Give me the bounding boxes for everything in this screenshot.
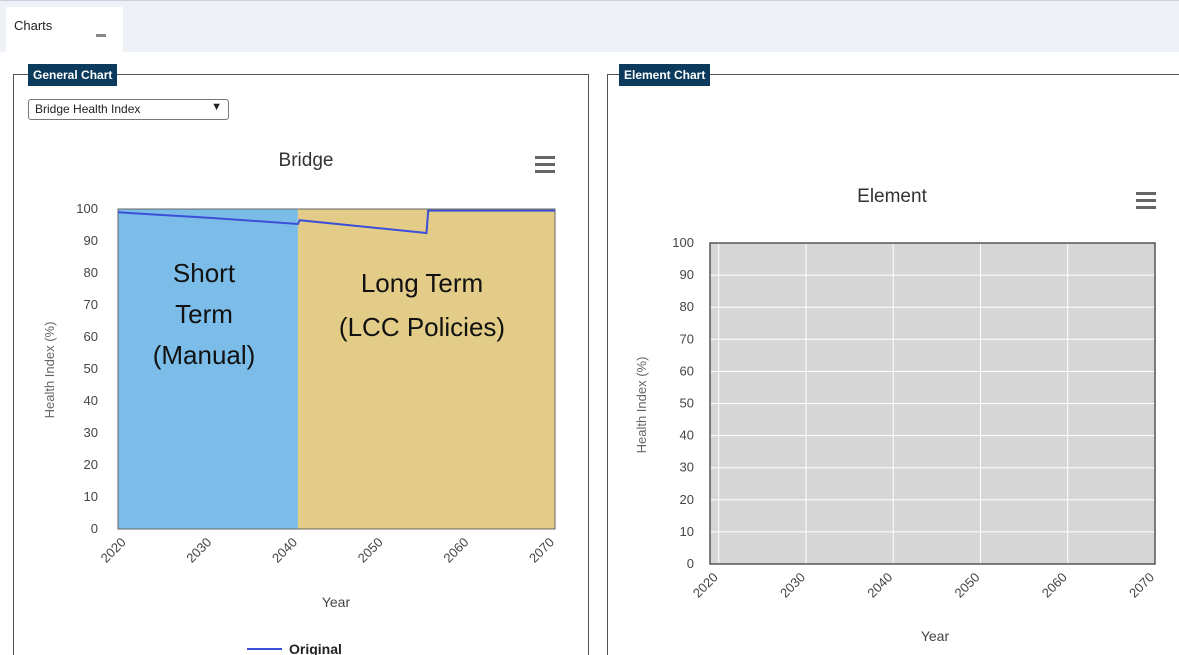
short-term-label-3: (Manual) [153,340,256,370]
x-tick-label: 2040 [864,570,895,601]
element-y-axis-label: Health Index (%) [634,357,649,454]
element-chart-title: Element [857,186,927,207]
y-tick-label: 50 [680,396,694,411]
x-tick-label: 2020 [98,535,129,566]
y-tick-label: 20 [84,457,98,472]
y-tick-label: 10 [680,524,694,539]
y-tick-label: 50 [84,361,98,376]
x-tick-label: 2070 [1126,570,1157,601]
menu-icon[interactable] [535,156,555,173]
y-tick-label: 80 [680,299,694,314]
bridge-x-axis-label: Year [322,594,351,610]
menu-icon[interactable] [1136,192,1156,209]
element-x-axis-label: Year [921,628,950,644]
y-tick-label: 0 [91,521,98,536]
x-tick-label: 2050 [952,570,983,601]
x-tick-label: 2070 [526,535,557,566]
y-tick-label: 10 [84,489,98,504]
element-chart: Element 0102030405060708090100 2020 2030 2… [634,186,1157,644]
y-tick-label: 0 [687,556,694,571]
x-tick-label: 2030 [183,535,214,566]
x-tick-label: 2030 [777,570,808,601]
y-tick-label: 70 [84,297,98,312]
short-term-label-2: Term [175,299,233,329]
charts-svg: Bridge 0102030405060708090100 2020 2030 20… [42,150,1157,655]
y-tick-label: 60 [680,363,694,378]
y-tick-label: 20 [680,492,694,507]
y-tick-label: 70 [680,331,694,346]
bridge-y-axis-label: Health Index (%) [42,322,57,419]
legend-label-original: Original [289,641,342,655]
y-tick-label: 90 [680,267,694,282]
y-tick-label: 30 [84,425,98,440]
legend-item-original[interactable]: Original [247,641,342,655]
y-tick-label: 100 [76,201,98,216]
y-tick-label: 30 [680,460,694,475]
y-tick-label: 60 [84,329,98,344]
bridge-chart: Bridge 0102030405060708090100 2020 2030 20… [42,150,557,655]
long-term-label-1: Long Term [361,268,483,298]
y-tick-label: 40 [84,393,98,408]
y-tick-label: 40 [680,428,694,443]
x-tick-label: 2060 [440,535,471,566]
y-tick-label: 80 [84,265,98,280]
short-term-label-1: Short [173,258,236,288]
long-term-label-2: (LCC Policies) [339,312,505,342]
long-term-region [297,209,555,529]
x-tick-label: 2040 [269,535,300,566]
y-tick-label: 100 [672,235,694,250]
x-tick-label: 2020 [690,570,721,601]
bridge-chart-title: Bridge [279,150,334,171]
x-tick-label: 2050 [355,535,386,566]
x-tick-label: 2060 [1039,570,1070,601]
y-tick-label: 90 [84,233,98,248]
